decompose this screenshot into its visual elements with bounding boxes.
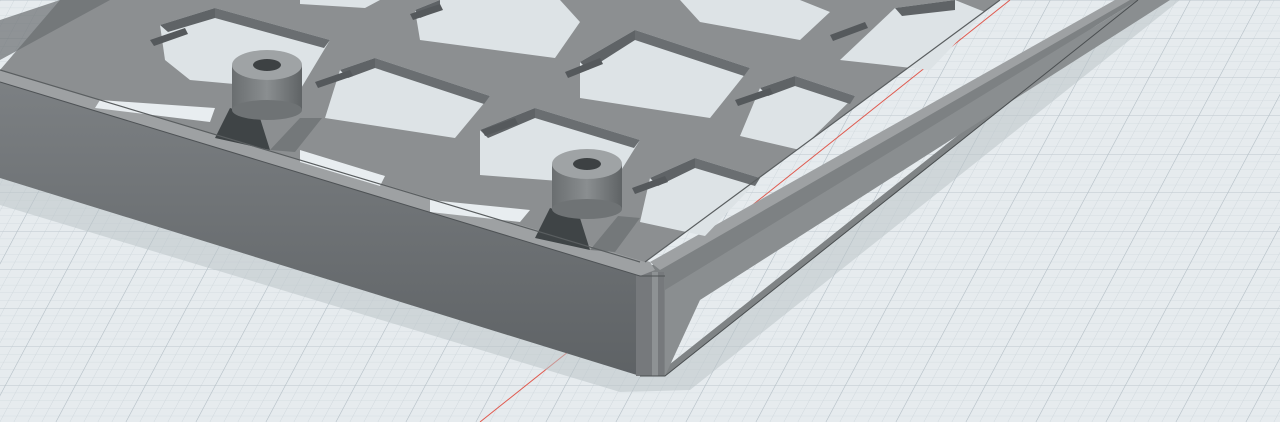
- viewport-canvas[interactable]: [0, 0, 1280, 422]
- cad-viewport[interactable]: [0, 0, 1280, 422]
- case-corner-edge: [636, 272, 664, 376]
- standoff-hole: [573, 158, 601, 170]
- standoff-hole: [253, 59, 281, 71]
